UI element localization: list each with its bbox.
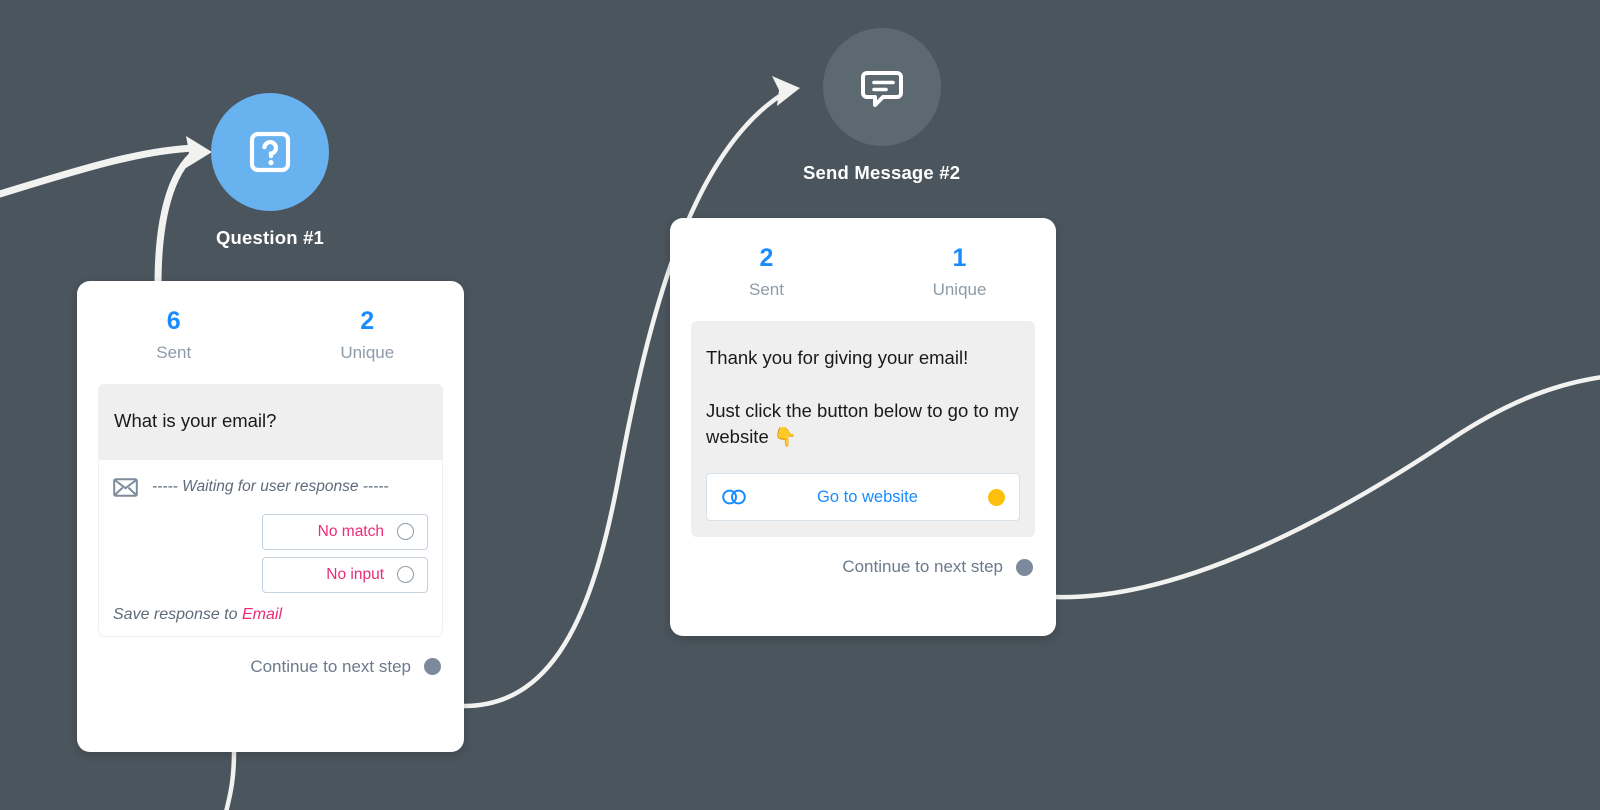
option-row-no-match[interactable]: No match xyxy=(113,513,428,550)
stat-sent-label: Sent xyxy=(156,342,192,362)
card-question-1[interactable]: 6 Sent 2 Unique What is your email? ----… xyxy=(77,281,464,752)
stat-sent-label: Sent xyxy=(749,279,784,299)
continue-connector-dot[interactable] xyxy=(424,658,441,676)
chain-link-icon xyxy=(722,489,746,505)
stat-unique: 1 Unique xyxy=(863,244,1056,300)
go-to-website-button[interactable]: Go to website xyxy=(706,473,1020,522)
option-no-match[interactable]: No match xyxy=(262,513,428,550)
save-response-prefix: Save response to xyxy=(113,605,238,623)
card-send-message-2[interactable]: 2 Sent 1 Unique Thank you for giving you… xyxy=(670,218,1056,636)
node-head-send-message-2[interactable]: Send Message #2 xyxy=(803,28,960,184)
edge-question-bottom xyxy=(224,749,237,810)
flow-canvas[interactable]: Question #1 Send Message #2 6 Sent 2 Uni… xyxy=(0,0,1600,810)
question-bubble[interactable]: What is your email? xyxy=(98,383,443,460)
option-no-match-label: No match xyxy=(317,522,384,540)
save-response-target[interactable]: Email xyxy=(242,606,282,623)
node-circle-send-message-2[interactable] xyxy=(822,28,941,146)
node-title-send-message-2: Send Message #2 xyxy=(803,162,961,183)
envelope-icon xyxy=(113,477,138,497)
stat-unique-label: Unique xyxy=(932,279,987,299)
stat-unique-label: Unique xyxy=(340,342,395,362)
stat-sent: 6 Sent xyxy=(77,307,271,363)
message-bubble[interactable]: Thank you for giving your email! Just cl… xyxy=(691,320,1035,538)
question-response-section: ----- Waiting for user response ----- No… xyxy=(98,459,443,637)
stat-sent-value: 2 xyxy=(759,244,774,272)
option-no-input-connector[interactable] xyxy=(397,566,414,584)
stat-sent: 2 Sent xyxy=(670,244,863,300)
continue-row-question-1[interactable]: Continue to next step xyxy=(77,637,464,699)
option-no-input[interactable]: No input xyxy=(262,556,428,593)
node-head-question-1[interactable]: Question #1 xyxy=(211,93,329,249)
continue-row-send-message-2[interactable]: Continue to next step xyxy=(670,537,1056,599)
message-line-1: Thank you for giving your email! xyxy=(706,346,969,368)
node-title-question-1: Question #1 xyxy=(215,227,325,248)
waiting-text: ----- Waiting for user response ----- xyxy=(152,478,389,496)
option-row-no-input[interactable]: No input xyxy=(113,556,428,593)
stats-question-1: 6 Sent 2 Unique xyxy=(77,281,464,373)
arrowhead-message xyxy=(772,76,800,106)
continue-label: Continue to next step xyxy=(250,656,411,676)
continue-label: Continue to next step xyxy=(842,557,1003,577)
stat-sent-value: 6 xyxy=(166,307,181,335)
question-mark-box-icon xyxy=(249,131,291,173)
waiting-row: ----- Waiting for user response ----- xyxy=(113,472,428,507)
arrowhead-question xyxy=(186,136,212,168)
stats-send-message-2: 2 Sent 1 Unique xyxy=(670,218,1056,310)
go-to-website-label: Go to website xyxy=(817,487,918,506)
edge-incoming-left xyxy=(0,144,200,198)
stat-unique-value: 2 xyxy=(360,307,375,335)
option-no-match-connector[interactable] xyxy=(397,523,414,541)
save-response-row[interactable]: Save response to Email xyxy=(113,606,428,624)
edge-message-to-next xyxy=(1053,375,1600,600)
question-text: What is your email? xyxy=(114,409,277,431)
edge-card-to-question-node xyxy=(154,148,200,289)
continue-connector-dot[interactable] xyxy=(1016,558,1033,576)
option-no-input-label: No input xyxy=(326,565,384,583)
stat-unique-value: 1 xyxy=(952,244,967,272)
message-line-2: Just click the button below to go to my … xyxy=(706,399,1019,448)
chat-bubble-icon xyxy=(860,71,903,107)
node-circle-question-1[interactable] xyxy=(211,93,329,211)
go-to-website-connector[interactable] xyxy=(988,488,1005,506)
stat-unique: 2 Unique xyxy=(271,307,465,363)
